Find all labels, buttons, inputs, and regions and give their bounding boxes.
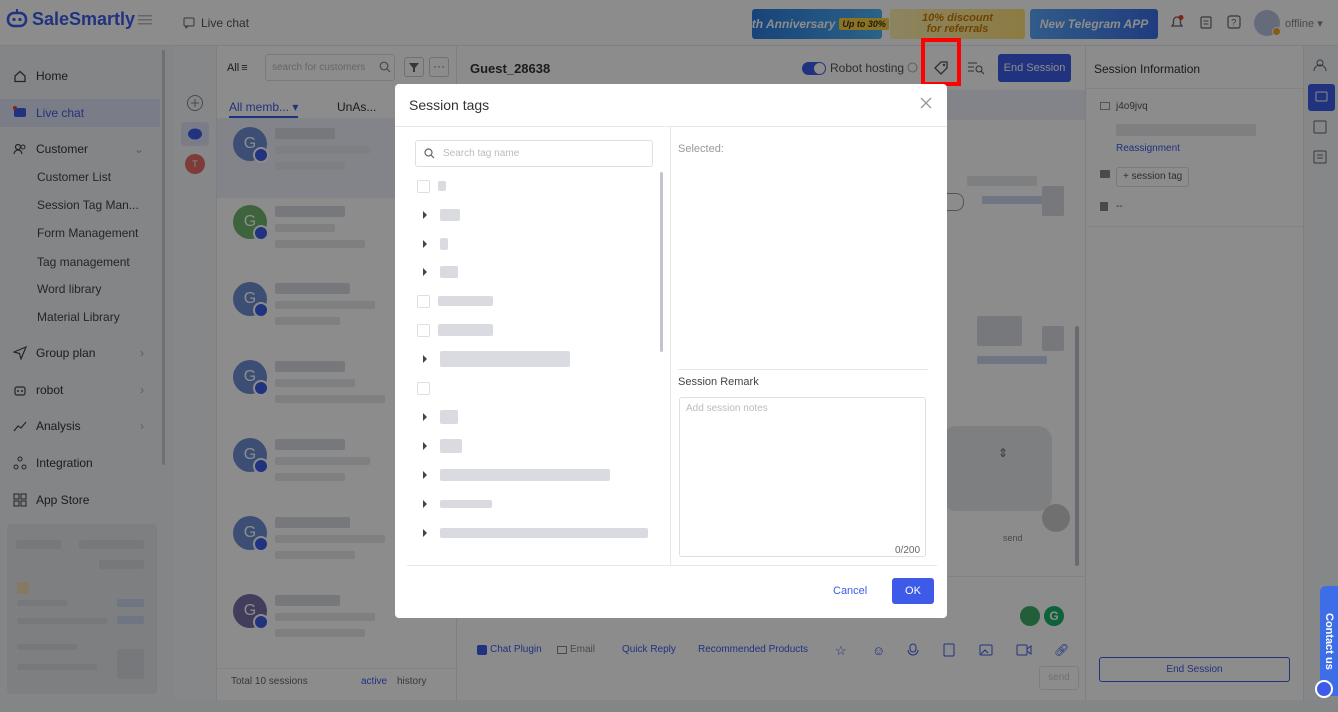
selected-label: Selected: xyxy=(678,143,724,155)
tag-tree-group[interactable] xyxy=(417,468,610,482)
modal-title: Session tags xyxy=(409,97,490,113)
caret-right-icon[interactable] xyxy=(423,442,427,450)
ok-button[interactable]: OK xyxy=(892,578,934,604)
tag-tree-group[interactable] xyxy=(417,208,460,222)
caret-right-icon[interactable] xyxy=(423,355,427,363)
tag-tree-group[interactable] xyxy=(417,265,458,279)
tag-tree-item[interactable] xyxy=(417,294,493,308)
session-tags-modal: Session tags Search tag name Selected: S… xyxy=(395,84,947,618)
session-remark-textarea[interactable]: Add session notes xyxy=(679,397,926,557)
caret-right-icon[interactable] xyxy=(423,268,427,276)
tag-checkbox[interactable] xyxy=(417,179,430,193)
tag-tree-group[interactable] xyxy=(417,439,462,453)
tag-checkbox[interactable] xyxy=(417,294,430,308)
tag-checkbox[interactable] xyxy=(417,323,430,337)
search-icon xyxy=(424,148,435,159)
cancel-button[interactable]: Cancel xyxy=(833,585,867,597)
caret-right-icon[interactable] xyxy=(423,413,427,421)
tag-tree-group[interactable] xyxy=(417,410,458,424)
caret-right-icon[interactable] xyxy=(423,240,427,248)
tag-tree-item[interactable] xyxy=(417,381,430,395)
close-icon[interactable] xyxy=(919,96,933,110)
remark-label: Session Remark xyxy=(678,376,759,388)
tag-tree-group[interactable] xyxy=(417,237,448,251)
tag-search-input[interactable]: Search tag name xyxy=(415,140,653,167)
tag-checkbox[interactable] xyxy=(417,381,430,395)
highlight-box xyxy=(921,38,961,86)
caret-right-icon[interactable] xyxy=(423,211,427,219)
caret-right-icon[interactable] xyxy=(423,500,427,508)
support-chat-icon[interactable] xyxy=(1315,680,1333,698)
tag-tree-group[interactable] xyxy=(417,497,492,511)
caret-right-icon[interactable] xyxy=(423,529,427,537)
tag-tree-item[interactable] xyxy=(417,323,493,337)
tag-tree-group[interactable] xyxy=(417,526,648,540)
caret-right-icon[interactable] xyxy=(423,471,427,479)
tag-tree-group[interactable] xyxy=(417,351,570,367)
remark-char-count: 0/200 xyxy=(895,545,921,556)
tag-list-scrollbar[interactable] xyxy=(660,172,663,352)
tag-tree-item[interactable] xyxy=(417,179,446,193)
